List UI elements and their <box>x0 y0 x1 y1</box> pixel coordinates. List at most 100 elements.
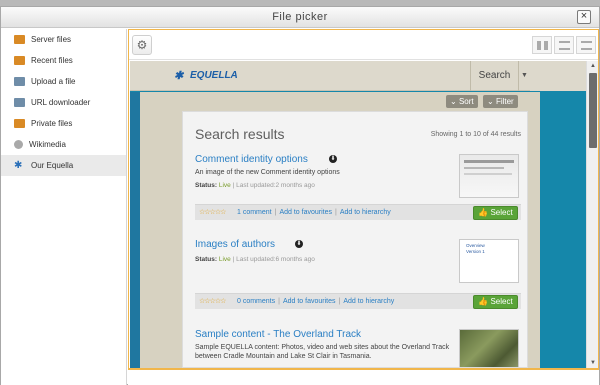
left-band <box>130 92 140 368</box>
thumbs-up-icon: 👍 <box>478 297 491 306</box>
result-title-link[interactable]: Comment identity options <box>195 154 308 165</box>
sidebar-item-label: URL downloader <box>31 98 91 107</box>
sidebar-item-our-equella[interactable]: ✱ Our Equella <box>1 155 126 176</box>
add-to-favourites-link[interactable]: Add to favourites <box>283 298 336 305</box>
comments-link[interactable]: 1 comment <box>237 209 272 216</box>
chevron-down-icon: ▼ <box>521 72 528 79</box>
result-actions-bar: ☆☆☆☆☆ 0 comments | Add to favourites | Add t… <box>195 293 521 309</box>
last-updated: Last updated:2 months ago <box>236 182 315 189</box>
download-icon[interactable]: ⬇ <box>329 155 337 163</box>
close-icon: × <box>580 10 588 22</box>
gear-icon: ⚙ <box>136 38 148 52</box>
file-picker-toolbar: ⚙ <box>129 30 598 60</box>
url-downloader-icon <box>14 98 25 107</box>
equella-header: ✱ EQUELLA Search ▼ <box>130 61 586 91</box>
comments-link[interactable]: 0 comments <box>237 298 275 305</box>
repository-sidebar: Server files Recent files Upload a file … <box>1 29 127 385</box>
dialog-footer <box>128 369 599 385</box>
status-value: Live <box>218 182 231 189</box>
equella-icon: ✱ <box>14 160 23 171</box>
equella-frame: ✱ EQUELLA Search ▼ ⌄ Sort ⌄ Filter Searc… <box>130 61 586 368</box>
last-updated: Last updated:6 months ago <box>236 256 315 263</box>
grid-view-button[interactable] <box>532 36 552 54</box>
equella-logo-icon: ✱ <box>174 70 184 82</box>
result-links: 0 comments | Add to favourites | Add to hier… <box>237 298 395 305</box>
recent-files-icon <box>14 56 25 65</box>
sort-button[interactable]: ⌄ Sort <box>446 95 478 108</box>
status-label: Status: <box>195 182 218 189</box>
result-title-link[interactable]: Sample content - The Overland Track <box>195 329 361 340</box>
chevron-down-icon: ⌄ <box>450 97 459 106</box>
status-label: Status: <box>195 256 218 263</box>
results-title: Search results <box>195 126 285 142</box>
grid-view-icon <box>537 41 548 50</box>
rating-stars-icon[interactable]: ☆☆☆☆☆ <box>199 297 226 305</box>
server-files-icon <box>14 35 25 44</box>
status-value: Live <box>218 256 231 263</box>
result-description: An image of the new Comment identity opt… <box>195 169 340 176</box>
rating-stars-icon[interactable]: ☆☆☆☆☆ <box>199 208 226 216</box>
scroll-down-icon[interactable]: ▼ <box>588 358 598 368</box>
sidebar-item-label: Wikimedia <box>29 140 66 149</box>
sidebar-item-label: Our Equella <box>31 161 74 170</box>
select-label: Select <box>490 297 513 306</box>
sidebar-item-recent-files[interactable]: Recent files <box>1 50 126 71</box>
private-files-icon <box>14 119 25 128</box>
download-icon[interactable]: ⬇ <box>295 240 303 248</box>
sidebar-item-url-downloader[interactable]: URL downloader <box>1 92 126 113</box>
search-button[interactable]: Search <box>470 61 518 91</box>
search-dropdown-button[interactable]: ▼ <box>518 61 530 91</box>
search-results-panel: Search results Showing 1 to 10 of 44 res… <box>182 111 528 368</box>
result-title-link[interactable]: Images of authors <box>195 239 275 250</box>
result-status: Status: Live | Last updated:6 months ago <box>195 256 315 263</box>
sidebar-item-upload[interactable]: Upload a file <box>1 71 126 92</box>
title-bar: File picker × <box>1 7 599 28</box>
result-actions-bar: ☆☆☆☆☆ 1 comment | Add to favourites | Add to… <box>195 204 521 220</box>
close-button[interactable]: × <box>577 10 591 24</box>
tree-view-button[interactable] <box>576 36 596 54</box>
thumbs-up-icon: 👍 <box>478 208 491 217</box>
right-band <box>540 92 586 368</box>
result-thumbnail[interactable] <box>459 329 519 367</box>
upload-icon <box>14 77 25 86</box>
select-label: Select <box>490 208 513 217</box>
scroll-thumb[interactable] <box>589 73 597 148</box>
dialog-title: File picker <box>272 11 328 23</box>
result-thumbnail[interactable]: Overview Version 1 <box>459 239 519 283</box>
sidebar-item-label: Upload a file <box>31 77 76 86</box>
add-to-hierarchy-link[interactable]: Add to hierarchy <box>340 209 391 216</box>
list-view-icon <box>559 41 570 50</box>
file-picker-dialog: File picker × Server files Recent files … <box>0 6 600 385</box>
vertical-scrollbar[interactable]: ▲ ▼ <box>586 61 598 368</box>
sidebar-item-server-files[interactable]: Server files <box>1 29 126 50</box>
repository-content: ⚙ ✱ EQUELLA Search ▼ ⌄ Sort ⌄ Filter Sea… <box>128 29 599 369</box>
equella-logo: ✱ EQUELLA <box>174 67 244 85</box>
results-count: Showing 1 to 10 of 44 results <box>430 131 521 138</box>
settings-button[interactable]: ⚙ <box>132 35 152 55</box>
filter-button[interactable]: ⌄ Filter <box>483 95 518 108</box>
sidebar-item-label: Server files <box>31 35 72 44</box>
equella-logo-text: EQUELLA <box>190 70 238 81</box>
select-button[interactable]: 👍 Select <box>473 295 518 309</box>
result-description: Sample EQUELLA content: Photos, video an… <box>195 344 450 360</box>
sidebar-item-label: Private files <box>31 119 73 128</box>
add-to-hierarchy-link[interactable]: Add to hierarchy <box>343 298 394 305</box>
sidebar-item-wikimedia[interactable]: Wikimedia <box>1 134 126 155</box>
sidebar-item-private-files[interactable]: Private files <box>1 113 126 134</box>
add-to-favourites-link[interactable]: Add to favourites <box>279 209 332 216</box>
tree-view-icon <box>581 41 592 50</box>
result-thumbnail[interactable] <box>459 154 519 198</box>
chevron-down-icon: ⌄ <box>487 97 496 106</box>
list-view-button[interactable] <box>554 36 574 54</box>
filter-label: Filter <box>495 97 514 106</box>
sidebar-item-label: Recent files <box>31 56 73 65</box>
result-links: 1 comment | Add to favourites | Add to hiera… <box>237 209 391 216</box>
wikimedia-icon <box>14 140 23 149</box>
select-button[interactable]: 👍 Select <box>473 206 518 220</box>
scroll-up-icon[interactable]: ▲ <box>588 61 598 71</box>
thumbnail-text: Overview Version 1 <box>466 243 485 254</box>
result-status: Status: Live | Last updated:2 months ago <box>195 182 315 189</box>
sort-label: Sort <box>458 97 474 106</box>
header-spacer <box>530 61 586 91</box>
equella-body: ⌄ Sort ⌄ Filter Search results Showing 1… <box>140 92 540 368</box>
